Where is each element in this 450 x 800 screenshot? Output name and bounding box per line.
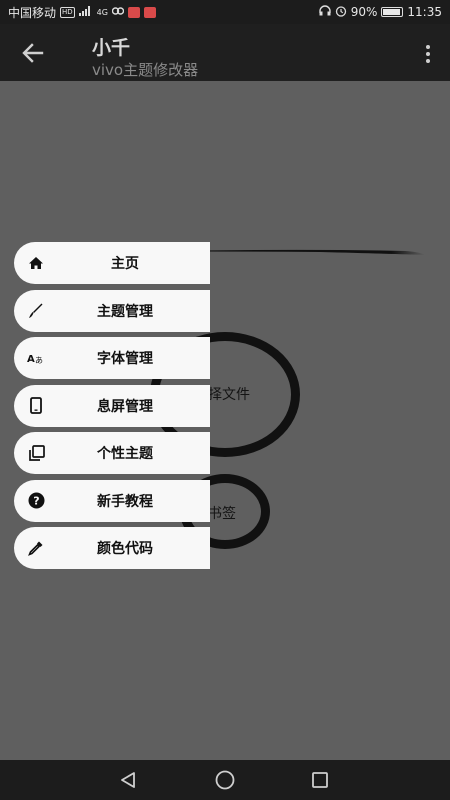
signal-icon bbox=[78, 5, 93, 19]
menu-item-aod-manage[interactable]: 息屏管理 bbox=[14, 384, 210, 427]
headset-icon bbox=[319, 5, 331, 19]
side-menu: 主页 主题管理 Aあ 字体管理 息屏管理 个性主题 ? 新手教程 颜色代码 bbox=[14, 242, 210, 575]
battery-percent: 90% bbox=[350, 5, 378, 19]
menu-item-label: 主页 bbox=[111, 256, 139, 272]
menu-item-label: 字体管理 bbox=[97, 351, 153, 367]
menu-item-label: 颜色代码 bbox=[97, 541, 153, 557]
menu-item-label: 新手教程 bbox=[97, 493, 153, 510]
arrow-left-icon bbox=[22, 43, 44, 63]
overflow-dot bbox=[426, 45, 430, 49]
menu-item-personal-theme[interactable]: 个性主题 bbox=[14, 432, 210, 474]
nav-home-button[interactable] bbox=[213, 768, 237, 792]
hd-badge: HD bbox=[60, 6, 75, 18]
menu-item-home[interactable]: 主页 bbox=[14, 242, 210, 284]
notification-icon bbox=[143, 6, 156, 18]
link-icon bbox=[111, 5, 125, 19]
status-bar: 中国移动 HD 4G 90% 11:35 bbox=[0, 0, 450, 24]
menu-item-label: 主题管理 bbox=[97, 303, 153, 320]
navigation-bar bbox=[0, 760, 450, 800]
back-button[interactable] bbox=[18, 38, 48, 68]
alarm-icon bbox=[335, 5, 347, 20]
square-recents-icon bbox=[312, 772, 328, 788]
network-type: 4G bbox=[96, 7, 108, 17]
bookmark-label: 书签 bbox=[208, 506, 236, 522]
select-file-label: 择文件 bbox=[208, 387, 250, 403]
app-title: 小千 bbox=[92, 37, 131, 59]
notification-icon bbox=[127, 6, 140, 18]
menu-item-theme-manage[interactable]: 主题管理 bbox=[14, 289, 210, 332]
nav-back-button[interactable] bbox=[116, 768, 140, 792]
nav-recents-button[interactable] bbox=[308, 768, 332, 792]
app-bar: 小千 vivo主题修改器 bbox=[0, 24, 450, 81]
menu-item-font-manage[interactable]: Aあ 字体管理 bbox=[14, 337, 210, 379]
menu-item-tutorial[interactable]: ? 新手教程 bbox=[14, 479, 210, 522]
overflow-dot bbox=[426, 59, 430, 63]
swipe-line-decoration bbox=[200, 249, 425, 255]
screen: 中国移动 HD 4G 90% 11:35 小千 vivo主题修改器 择文件 书签… bbox=[0, 0, 450, 800]
menu-item-color-code[interactable]: 颜色代码 bbox=[14, 527, 210, 569]
app-subtitle: vivo主题修改器 bbox=[92, 61, 199, 79]
triangle-back-icon bbox=[121, 772, 135, 788]
menu-item-label: 息屏管理 bbox=[97, 398, 153, 415]
more-options-button[interactable] bbox=[422, 42, 434, 66]
circle-home-icon bbox=[215, 770, 235, 790]
overflow-dot bbox=[426, 52, 430, 56]
menu-item-label: 个性主题 bbox=[97, 446, 153, 462]
carrier-label: 中国移动 bbox=[8, 5, 57, 20]
clock: 11:35 bbox=[407, 5, 442, 19]
battery-icon bbox=[381, 7, 404, 17]
